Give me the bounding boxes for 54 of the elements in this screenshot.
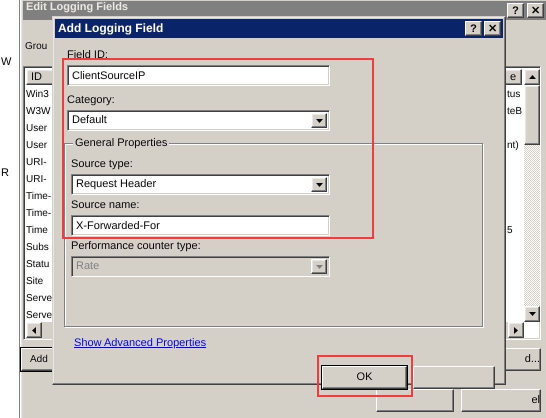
table-cell-text: W3W [26, 105, 50, 119]
table-cell-text: Time- [26, 190, 52, 204]
scroll-right-button[interactable] [508, 322, 524, 338]
input-field[interactable]: X-Forwarded-For [71, 215, 330, 236]
table-cell-text: Site [26, 275, 44, 289]
advanced-properties-link[interactable]: Show Advanced Properties [74, 337, 206, 350]
table-cell-text: Serve [26, 292, 52, 306]
table-cell-text: URI- [26, 156, 47, 170]
window-title: Edit Logging Fields [26, 1, 128, 14]
help-button[interactable]: ? [507, 3, 524, 18]
scroll-left-button[interactable] [26, 322, 42, 338]
scroll-down-button[interactable] [524, 306, 540, 322]
field-label: Category: [67, 94, 116, 107]
group-label: Grou [25, 41, 48, 53]
close-button[interactable]: ✕ [527, 3, 544, 18]
window-text: W [1, 56, 12, 70]
table-cell-text: 5 [507, 224, 513, 238]
window-title: Add Logging Field [58, 21, 164, 36]
table-cell-text: Subs [26, 241, 49, 255]
table-cell-text: tus [507, 88, 520, 102]
table-cell-text: Time- [26, 207, 52, 221]
blank-button[interactable] [413, 366, 495, 389]
scroll-thumb[interactable] [524, 85, 540, 145]
column-header-text: ID [31, 71, 42, 84]
column-header-text: e [510, 71, 516, 84]
cancel-button[interactable]: el [461, 389, 541, 412]
table-cell-text: nt) [507, 139, 519, 153]
dropdown[interactable]: Request Header [71, 174, 330, 195]
field-label: Source name: [71, 199, 140, 212]
table-cell-text: Time [26, 224, 48, 238]
up-arrow-icon [528, 75, 536, 79]
dropdown[interactable]: Default [67, 110, 330, 131]
field-label: Performance counter type: [71, 240, 202, 253]
group-title: General Properties [73, 137, 170, 150]
close-button[interactable]: ✕ [484, 21, 501, 36]
field-label: Source type: [71, 158, 134, 171]
field-label: Field ID: [67, 49, 109, 62]
table-cell-text: teB [507, 105, 522, 119]
right-arrow-icon [514, 326, 518, 334]
ok-button[interactable]: OK [322, 366, 407, 389]
help-button[interactable]: ? [465, 21, 482, 36]
table-cell-text: Serve [26, 309, 52, 323]
table-cell-text: URI- [26, 173, 47, 187]
input-field[interactable]: ClientSourceIP [67, 65, 330, 86]
blank-button[interactable] [376, 389, 454, 412]
scroll-up-button[interactable] [524, 69, 540, 85]
table-cell-text: User [26, 122, 48, 136]
vertical-scrollbar[interactable] [524, 69, 540, 322]
window-text: R [1, 167, 9, 180]
down-arrow-icon [528, 312, 536, 316]
table-cell-text: Statu [26, 258, 50, 272]
table-cell-text: User [26, 139, 48, 153]
table-cell-text: Win3 [26, 88, 49, 102]
left-arrow-icon [32, 326, 36, 334]
